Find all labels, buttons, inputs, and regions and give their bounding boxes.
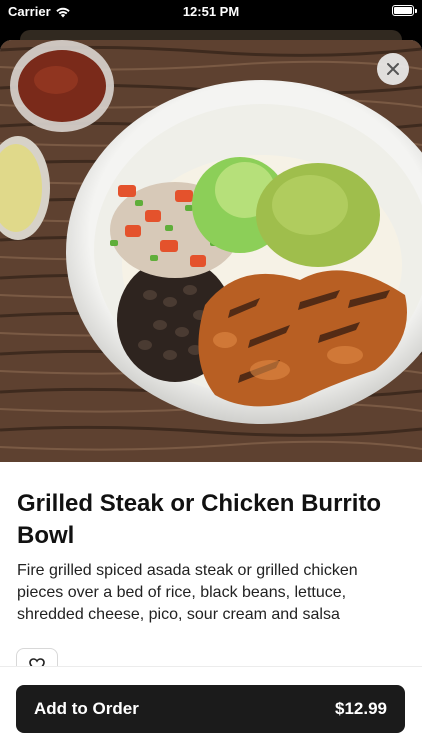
- item-title: Grilled Steak or Chicken Burrito Bowl: [17, 490, 382, 549]
- item-photo: [0, 40, 422, 462]
- item-detail-sheet: Grilled Steak or Chicken Burrito Bowl Fi…: [0, 40, 422, 750]
- status-time: 12:51 PM: [182, 4, 240, 19]
- item-details: Grilled Steak or Chicken Burrito Bowl Fi…: [17, 488, 405, 626]
- status-bar: Carrier 12:51 PM: [0, 0, 422, 24]
- bottom-action-bar: Add to Order $12.99: [0, 666, 422, 750]
- add-to-order-button[interactable]: Add to Order $12.99: [16, 685, 405, 733]
- battery-icon: [392, 5, 417, 16]
- item-price: $12.99: [335, 699, 387, 718]
- item-description: Fire grilled spiced asada steak or grill…: [17, 562, 358, 623]
- close-button[interactable]: [377, 53, 409, 85]
- add-to-order-label: Add to Order: [34, 699, 139, 718]
- close-icon: [387, 63, 399, 75]
